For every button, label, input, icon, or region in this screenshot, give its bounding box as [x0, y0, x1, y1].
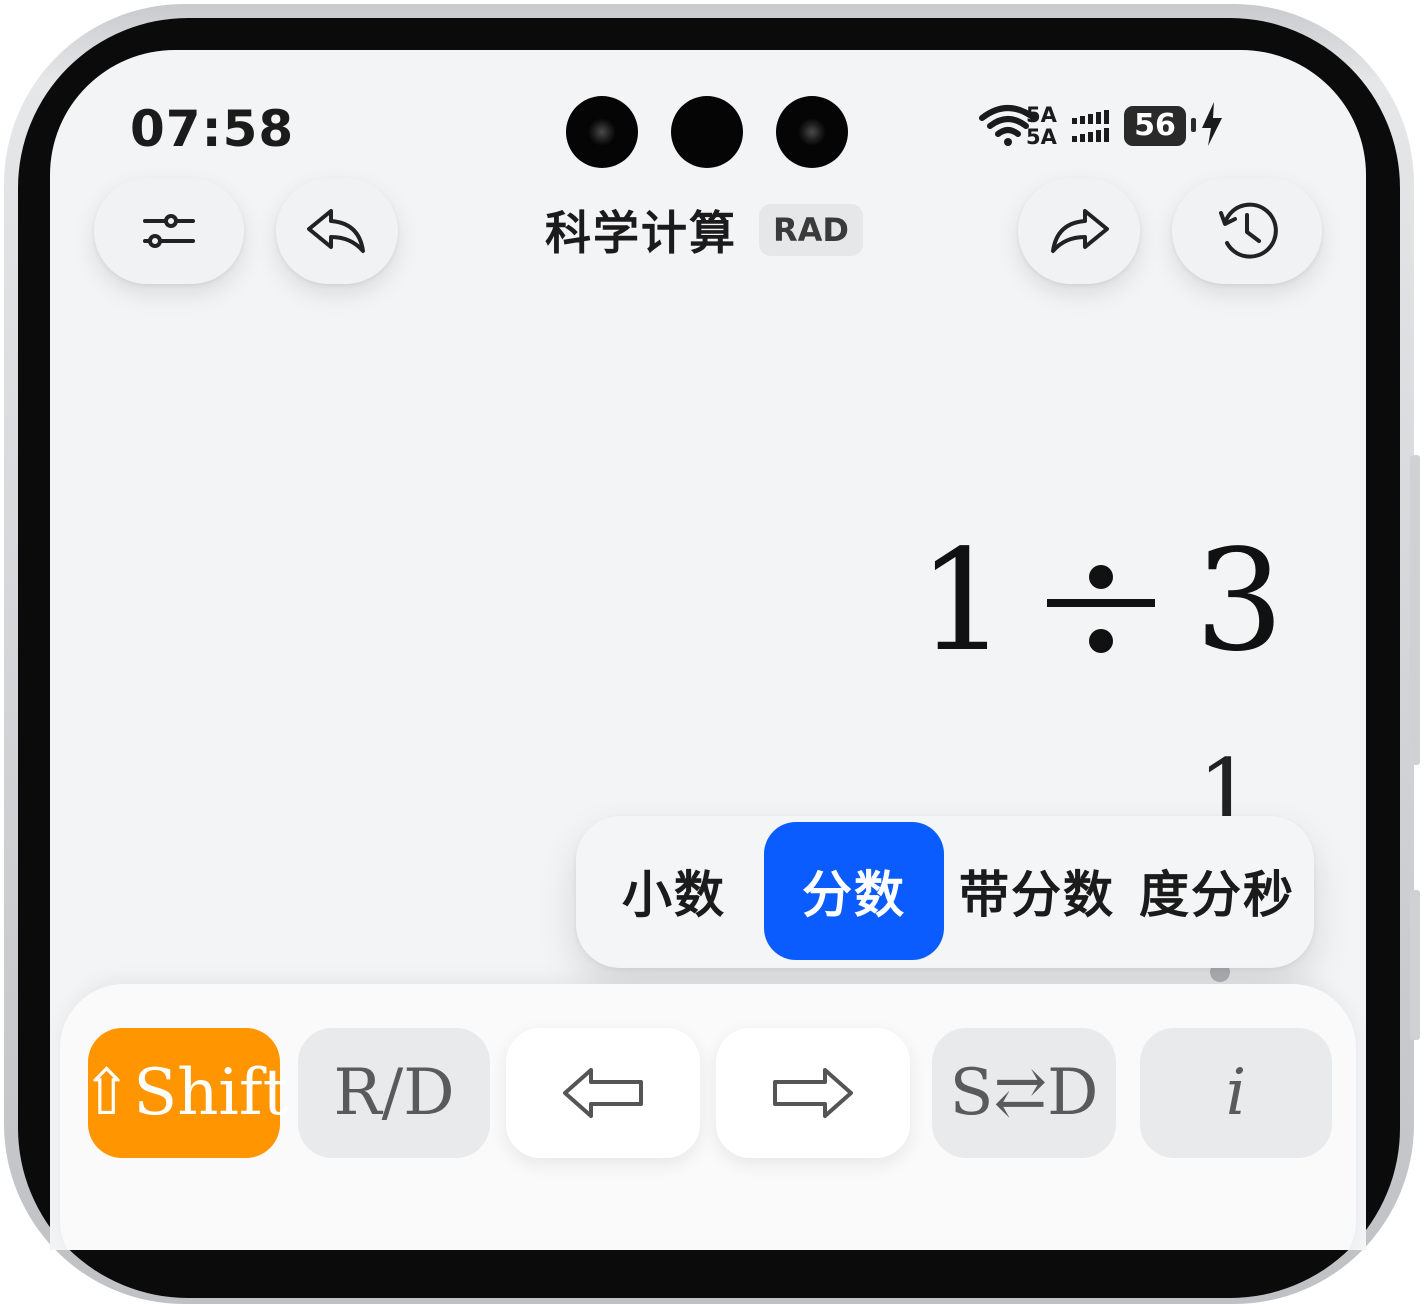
battery-icon: 56 [1124, 106, 1186, 146]
settings-sliders-icon [143, 214, 195, 248]
page-title: 科学计算 [545, 206, 737, 260]
history-clock-icon [1219, 202, 1278, 259]
network-bottom-label: 5A [1026, 125, 1057, 149]
undo-icon [307, 209, 365, 253]
cursor-right-key[interactable]: ⇨ [716, 1028, 910, 1158]
format-option-mixed-fraction[interactable]: 带分数 [952, 822, 1122, 960]
undo-button[interactable] [276, 178, 398, 284]
expression-operand-right: 3 [1194, 520, 1284, 683]
format-option-decimal[interactable]: 小数 [594, 822, 754, 960]
front-camera-left [566, 96, 638, 168]
redo-button[interactable] [1018, 178, 1140, 284]
battery-level: 56 [1134, 108, 1176, 143]
history-button[interactable] [1172, 178, 1322, 284]
status-icons: 5A 5A 56 [979, 102, 1288, 162]
format-option-fraction[interactable]: 分数 [764, 822, 944, 960]
cursor-left-key[interactable]: ⇦ [506, 1028, 700, 1158]
settings-button[interactable] [94, 178, 244, 284]
redo-icon [1051, 209, 1109, 253]
expression-operand-left: 1 [917, 520, 1007, 683]
imaginary-i-key[interactable]: i [1140, 1028, 1332, 1158]
format-option-dms[interactable]: 度分秒 [1132, 822, 1302, 960]
keypad: ⇧Shift R/D ⇦ ⇨ S⇄D i [60, 984, 1356, 1250]
front-camera-center [671, 96, 743, 168]
s-to-d-key[interactable]: S⇄D [932, 1028, 1116, 1158]
status-time: 07:58 [130, 100, 295, 158]
power-button [1410, 890, 1420, 1040]
charging-bolt-icon [1202, 102, 1222, 146]
volume-button [1410, 455, 1420, 765]
signal-bars-icon [1072, 110, 1109, 142]
screen: 07:58 5A 5A 56 科学计算 RAD 1 3 1 小数 分数 带分数 … [50, 50, 1366, 1250]
number-format-popup: 小数 分数 带分数 度分秒 [576, 816, 1314, 968]
title-group: 科学计算 RAD [545, 200, 863, 260]
divide-operator: ÷ [1046, 547, 1155, 657]
battery-tip [1191, 118, 1196, 132]
arrow-right-icon [773, 1068, 853, 1118]
network-type: 5A 5A [1026, 104, 1057, 148]
arrow-left-icon [563, 1068, 643, 1118]
expression-display: 1 ÷ 3 [918, 520, 1284, 683]
front-camera-right [776, 96, 848, 168]
rad-deg-key[interactable]: R/D [298, 1028, 490, 1158]
network-top-label: 5A [1026, 103, 1057, 127]
shift-key[interactable]: ⇧Shift [80, 1028, 288, 1158]
angle-mode-badge[interactable]: RAD [759, 204, 863, 256]
